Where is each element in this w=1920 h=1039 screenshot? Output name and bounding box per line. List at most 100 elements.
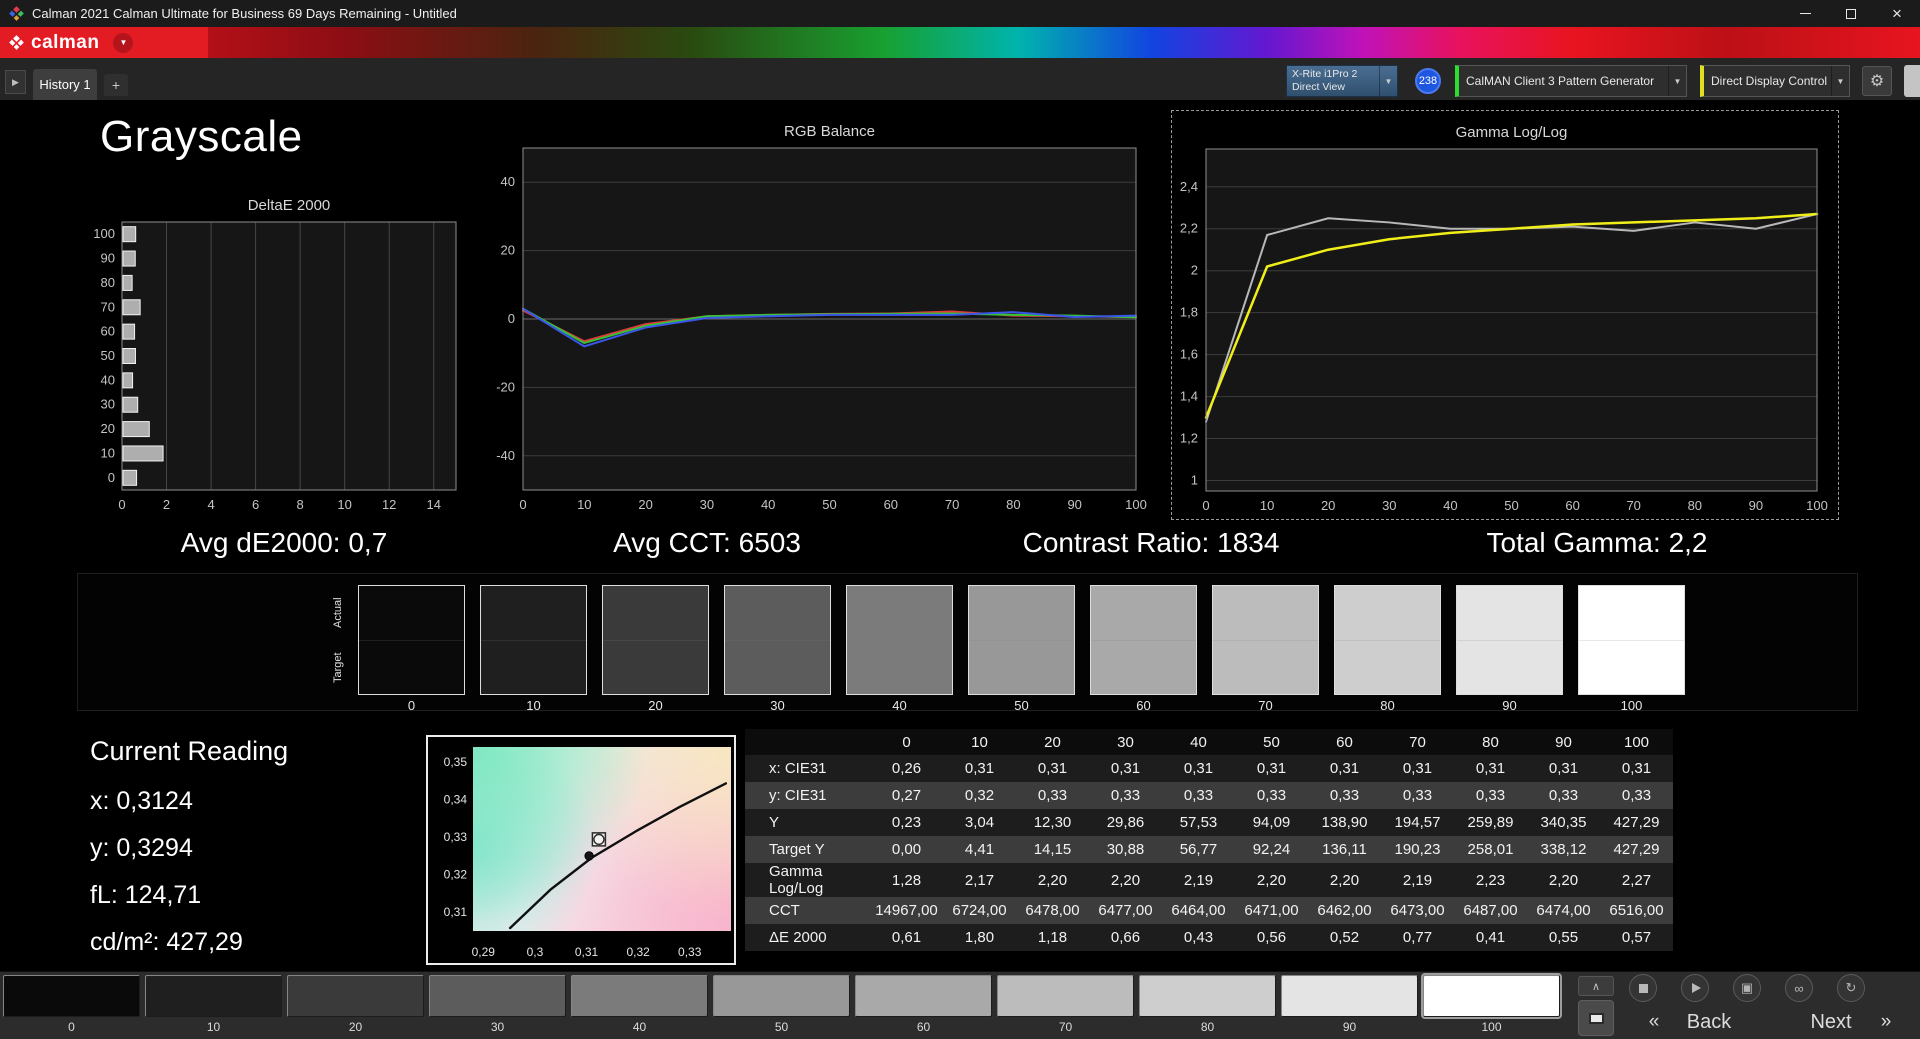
- table-cell: 6724,00: [952, 902, 1007, 919]
- target-swatch: [1091, 640, 1196, 694]
- pattern-swatch[interactable]: [145, 975, 282, 1017]
- pattern-button-90[interactable]: 90: [1281, 975, 1418, 1034]
- pattern-button-50[interactable]: 50: [713, 975, 850, 1034]
- svg-text:50: 50: [822, 497, 836, 512]
- pattern-swatch[interactable]: [997, 975, 1134, 1017]
- swatch-box: [968, 585, 1075, 695]
- back-chevron-button[interactable]: «: [1634, 1008, 1674, 1036]
- table-cell: 0,33: [1183, 787, 1214, 804]
- deltae-bar-0: [122, 469, 138, 486]
- svg-text:40: 40: [1443, 498, 1457, 513]
- table-row: Gamma Log/Log 1,28 2,17 2,20 2,20 2,19 2,20 2,2…: [745, 863, 1673, 897]
- swatch-box: [1090, 585, 1197, 695]
- stop-button[interactable]: [1629, 974, 1657, 1002]
- calman-menu-button[interactable]: calman ▼: [0, 27, 208, 58]
- close-button[interactable]: ×: [1874, 0, 1920, 27]
- tab-history-1[interactable]: History 1: [33, 69, 97, 100]
- pattern-level-label: 30: [490, 1020, 505, 1034]
- pattern-button-10[interactable]: 10: [145, 975, 282, 1034]
- svg-text:90: 90: [1749, 498, 1763, 513]
- target-swatch: [1457, 640, 1562, 694]
- deltae-bar-10: [122, 445, 164, 462]
- pattern-button-100[interactable]: 100: [1421, 973, 1562, 1034]
- collapse-panel-button[interactable]: ∧: [1578, 976, 1614, 996]
- play-button[interactable]: [1681, 974, 1709, 1002]
- pattern-button-40[interactable]: 40: [571, 975, 708, 1034]
- deltae-2000-chart[interactable]: 0 2 4 6 8 10 12 14 100 90 80 70 60 50 40 30 20 10 0 DeltaE …: [70, 186, 470, 534]
- pattern-button-80[interactable]: 80: [1139, 975, 1276, 1034]
- swatch-level-label: 40: [892, 698, 907, 713]
- settings-button[interactable]: ⚙: [1862, 66, 1892, 96]
- pattern-swatch[interactable]: [713, 975, 850, 1017]
- chevron-down-icon[interactable]: ▼: [1379, 66, 1397, 96]
- table-row-label: x: CIE31: [769, 760, 827, 777]
- grayscale-swatch-40: 40: [846, 585, 953, 713]
- back-button[interactable]: Back: [1678, 1008, 1740, 1036]
- stop-icon: [1638, 983, 1648, 993]
- gamma-chart-panel-selected[interactable]: 2,4 2,2 2 1,8 1,6 1,4 1,2 1 0 10 20 30 40 50 60 70 80 90 1…: [1171, 110, 1839, 520]
- svg-text:RGB Balance: RGB Balance: [784, 123, 875, 140]
- pattern-button-30[interactable]: 30: [429, 975, 566, 1034]
- pattern-bar: 0 10 20 30 40 50 60 70 80 90 100 ∧ ▣ ∞ ↻ « Back Ne…: [0, 971, 1920, 1039]
- cie-chromaticity-chart[interactable]: 0,35 0,34 0,33 0,32 0,31 0,29 0,3 0,31 0,32 0,33: [426, 735, 736, 965]
- pattern-swatch[interactable]: [1421, 973, 1562, 1019]
- grayscale-swatch-90: 90: [1456, 585, 1563, 713]
- add-tab-button[interactable]: +: [104, 74, 128, 96]
- pattern-button-60[interactable]: 60: [855, 975, 992, 1034]
- pattern-swatch[interactable]: [429, 975, 566, 1017]
- grayscale-swatch-10: 10: [480, 585, 587, 713]
- table-cell: 0,31: [1475, 760, 1506, 777]
- grayscale-swatch-0: 0: [358, 585, 465, 713]
- table-cell: 0,23: [891, 814, 922, 831]
- svg-text:2,2: 2,2: [1180, 221, 1198, 236]
- grayscale-swatch-30: 30: [724, 585, 831, 713]
- swatch-box: [724, 585, 831, 695]
- table-cell: 0,52: [1329, 929, 1360, 946]
- table-cell: 0,00: [891, 841, 922, 858]
- target-swatch: [603, 640, 708, 694]
- pattern-swatch[interactable]: [855, 975, 992, 1017]
- svg-text:0,35: 0,35: [444, 755, 468, 769]
- pattern-swatch[interactable]: [3, 975, 140, 1017]
- next-chevron-button[interactable]: »: [1866, 1008, 1906, 1036]
- table-cell: 0,31: [1548, 760, 1579, 777]
- meter-dropdown[interactable]: X-Rite i1Pro 2 Direct View ▼: [1286, 65, 1398, 97]
- table-cell: 6462,00: [1317, 902, 1372, 919]
- tab-scroll-button[interactable]: ▶: [5, 70, 26, 94]
- pattern-source-dropdown[interactable]: CalMAN Client 3 Pattern Generator ▼: [1455, 65, 1687, 97]
- rgb-balance-chart[interactable]: 40 20 0 -20 -40 0 10 20 30 40 50 60 70 80 90 100 RGB Bal…: [470, 112, 1170, 524]
- side-panel-handle[interactable]: [1904, 65, 1920, 97]
- minimize-button[interactable]: [1782, 0, 1828, 27]
- pattern-swatch[interactable]: [571, 975, 708, 1017]
- pattern-swatch[interactable]: [287, 975, 424, 1017]
- table-cell: 6478,00: [1025, 902, 1080, 919]
- display-control-dropdown[interactable]: Direct Display Control ▼: [1700, 65, 1850, 97]
- menu-dropdown-icon[interactable]: ▼: [113, 32, 134, 53]
- pattern-button-0[interactable]: 0: [3, 975, 140, 1034]
- pattern-button-20[interactable]: 20: [287, 975, 424, 1034]
- pattern-swatch[interactable]: [1139, 975, 1276, 1017]
- svg-text:50: 50: [1504, 498, 1518, 513]
- table-cell: 6473,00: [1390, 902, 1445, 919]
- chevron-down-icon[interactable]: ▼: [1668, 66, 1686, 96]
- pattern-window-button[interactable]: [1578, 1000, 1614, 1036]
- table-cell: 6474,00: [1536, 902, 1591, 919]
- svg-text:14: 14: [426, 497, 440, 512]
- gamma-loglog-chart[interactable]: 2,4 2,2 2 1,8 1,6 1,4 1,2 1 0 10 20 30 40 50 60 70 80 90 1…: [1172, 111, 1838, 519]
- table-col-header: 10: [943, 729, 1016, 755]
- chevron-down-icon[interactable]: ▼: [1831, 66, 1849, 96]
- rainbow-strip: calman ▼: [0, 27, 1920, 58]
- tab-bar: ▶ History 1 + X-Rite i1Pro 2 Direct View…: [0, 58, 1920, 100]
- svg-text:90: 90: [101, 251, 115, 266]
- table-cell: 1,80: [964, 929, 995, 946]
- pattern-button-70[interactable]: 70: [997, 975, 1134, 1034]
- table-cell: 190,23: [1394, 841, 1441, 858]
- continuous-measure-button[interactable]: ∞: [1785, 974, 1813, 1002]
- refresh-button[interactable]: ↻: [1837, 974, 1865, 1002]
- pattern-swatch[interactable]: [1281, 975, 1418, 1017]
- table-row: CCT 14967,00 6724,00 6478,00 6477,00 6464,00 6…: [745, 897, 1673, 924]
- next-button[interactable]: Next: [1798, 1008, 1864, 1036]
- save-button[interactable]: ▣: [1733, 974, 1761, 1002]
- table-cell: 14,15: [1033, 841, 1072, 858]
- maximize-button[interactable]: [1828, 0, 1874, 27]
